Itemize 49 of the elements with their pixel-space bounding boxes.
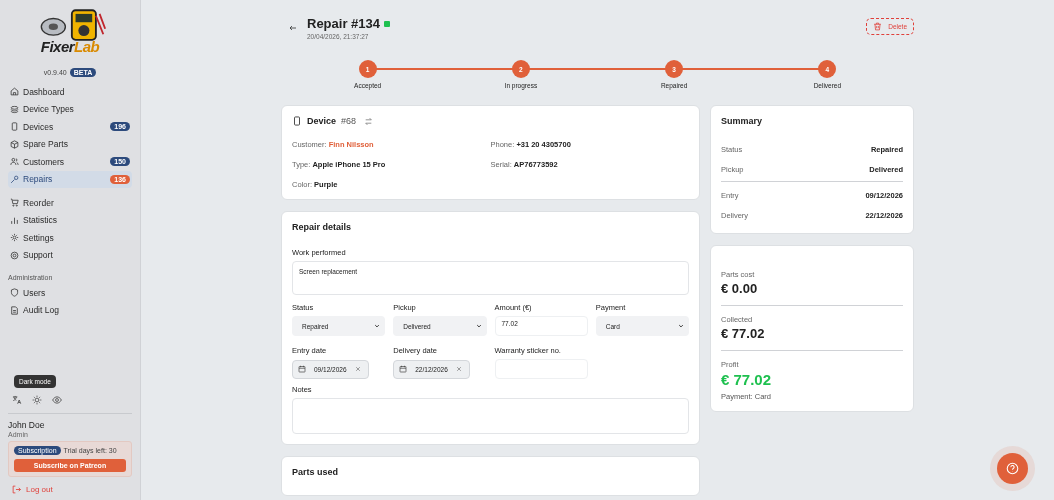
nav-item[interactable]: Audit Log — [8, 301, 132, 319]
bar-chart-icon — [10, 215, 19, 225]
nav-item[interactable]: Support — [8, 246, 132, 264]
total-amount: € 77.02 — [721, 371, 773, 388]
device-number: #68 — [341, 116, 357, 126]
total-amount: € 77.02 — [721, 326, 766, 341]
nav-item[interactable]: Dashboard — [8, 83, 132, 101]
settings-icon — [10, 233, 19, 243]
nav-item[interactable]: Spare Parts — [8, 135, 132, 153]
card-title: Repair details — [292, 222, 353, 232]
trash-icon — [873, 22, 883, 31]
logout-icon — [12, 485, 21, 494]
page-title: Repair #134 — [307, 16, 380, 31]
notes-field[interactable] — [292, 398, 689, 434]
lifebuoy-icon — [10, 250, 19, 260]
total-amount: € 0.00 — [721, 281, 759, 296]
chevron-icon — [374, 323, 381, 329]
chevron-icon — [678, 323, 684, 329]
card-title: Device — [307, 116, 337, 126]
cart-icon — [10, 198, 19, 208]
phone-icon — [10, 122, 19, 132]
nav-item[interactable]: Device Types — [8, 100, 132, 118]
nav-item[interactable]: Reorder — [8, 194, 132, 212]
card-title: Summary — [721, 116, 764, 126]
nav-item[interactable]: Settings — [8, 229, 132, 247]
swap-icon[interactable] — [364, 116, 374, 126]
user-name: John Doe — [8, 420, 46, 430]
calendar-icon — [298, 365, 306, 373]
sun-icon[interactable] — [32, 395, 42, 405]
card-title: Parts used — [292, 467, 340, 477]
chevron-icon — [475, 323, 482, 329]
box-icon — [10, 139, 19, 149]
nav-item[interactable]: Statistics — [8, 211, 132, 229]
clear-icon[interactable] — [354, 366, 361, 372]
shield-icon — [10, 288, 19, 298]
logo-wordmark: FixerLab — [40, 38, 100, 55]
house-icon — [10, 87, 19, 97]
phone-icon — [292, 116, 302, 126]
back-arrow-icon[interactable] — [289, 24, 297, 32]
help-icon — [1006, 462, 1019, 475]
help-button[interactable] — [997, 453, 1028, 484]
layers-icon — [10, 104, 19, 114]
calendar-icon — [399, 365, 408, 373]
users-icon — [10, 157, 19, 167]
document-icon — [10, 305, 19, 315]
clear-icon[interactable] — [455, 366, 462, 372]
translate-icon[interactable] — [12, 395, 22, 405]
nav-item[interactable]: Users — [8, 284, 132, 302]
eye-icon[interactable] — [52, 395, 62, 405]
